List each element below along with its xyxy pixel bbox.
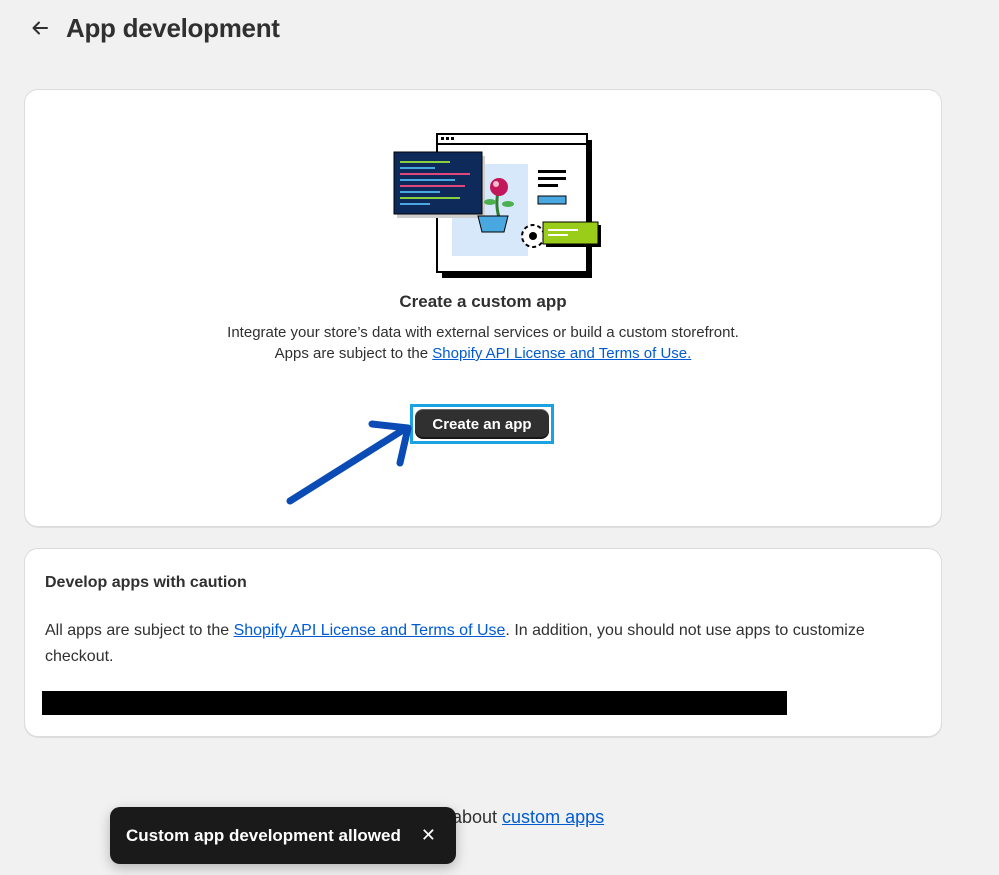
page-title: App development	[66, 12, 280, 43]
footer-learn-more: about custom apps	[452, 807, 604, 828]
caution-body: All apps are subject to the Shopify API …	[45, 618, 905, 670]
create-app-card: Create a custom app Integrate your store…	[24, 89, 942, 527]
caution-body-text: All apps are subject to the	[45, 622, 234, 639]
create-app-button[interactable]: Create an app	[415, 409, 549, 439]
arrow-left-icon	[32, 21, 48, 35]
api-license-link[interactable]: Shopify API License and Terms of Use.	[432, 345, 691, 362]
toast-message: Custom app development allowed	[126, 825, 401, 845]
custom-app-illustration	[393, 133, 601, 278]
page-header: App development	[26, 10, 280, 46]
footer-text: about	[452, 807, 503, 827]
redaction-bar	[42, 691, 787, 715]
caution-card: Develop apps with caution All apps are s…	[24, 548, 942, 737]
back-button[interactable]	[26, 14, 54, 42]
create-app-title: Create a custom app	[399, 292, 567, 311]
toast-notification: Custom app development allowed ✕	[110, 807, 456, 864]
api-license-link[interactable]: Shopify API License and Terms of Use	[234, 622, 506, 639]
create-app-button-highlight: Create an app	[410, 404, 554, 444]
close-icon[interactable]: ✕	[421, 825, 436, 846]
custom-apps-link[interactable]: custom apps	[502, 807, 604, 827]
caution-title: Develop apps with caution	[45, 574, 247, 591]
create-app-description: Integrate your store’s data with externa…	[225, 322, 741, 364]
